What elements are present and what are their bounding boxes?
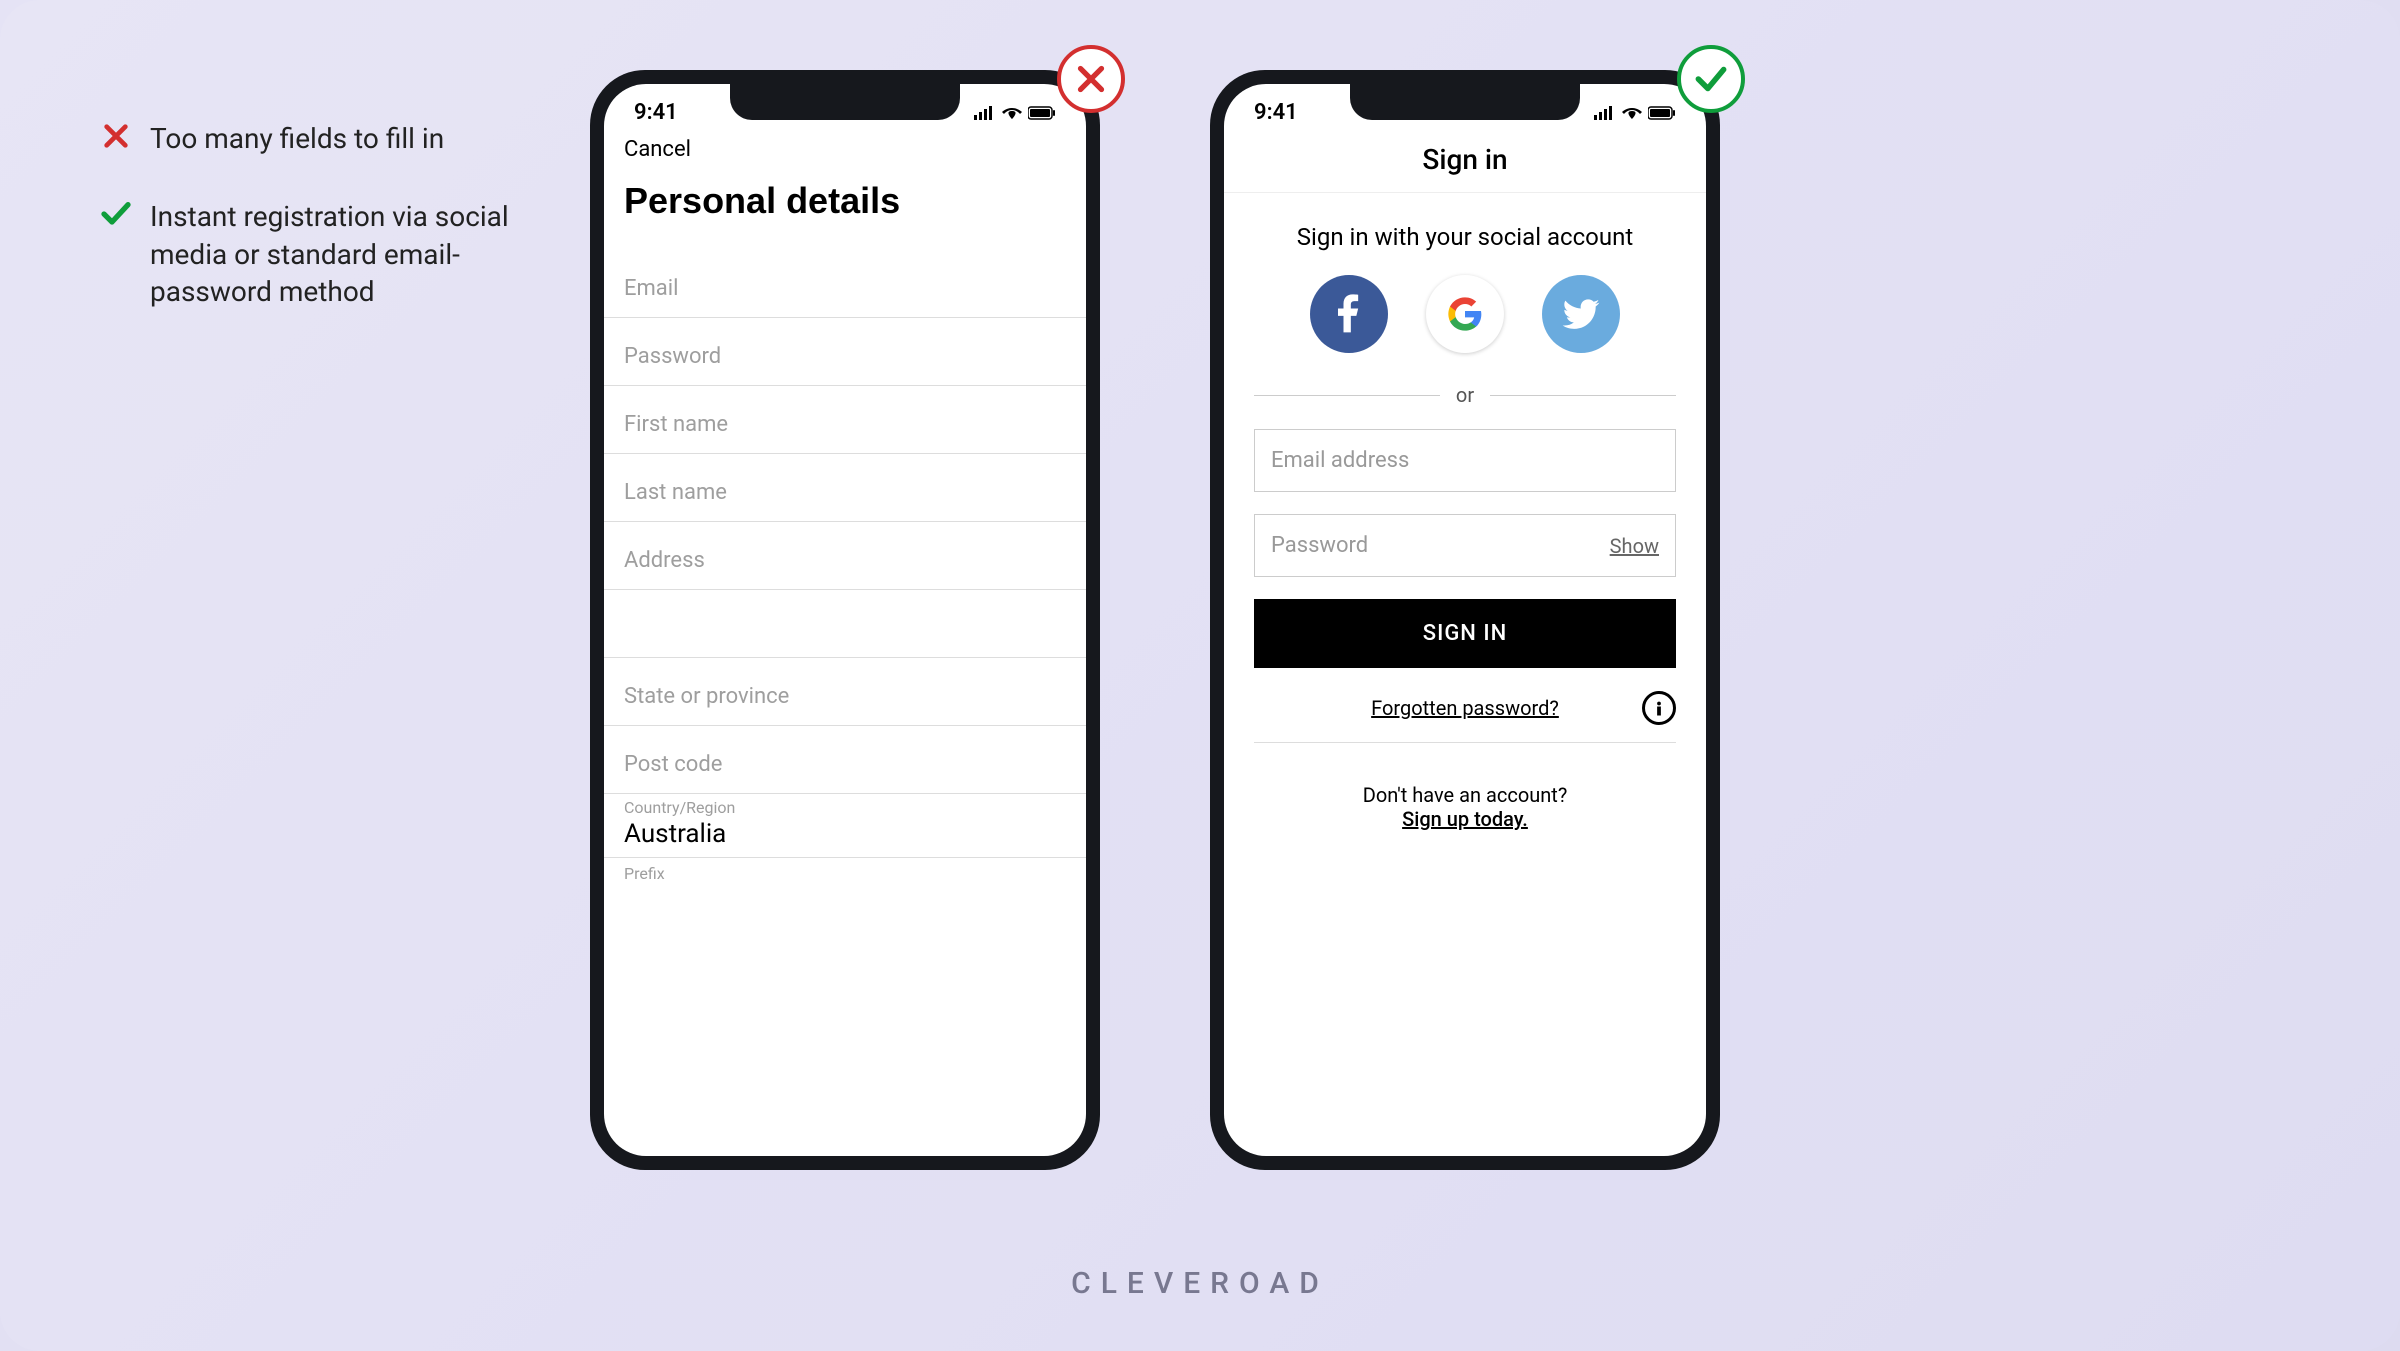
google-icon: [1445, 294, 1485, 334]
status-time: 9:41: [634, 100, 678, 125]
wifi-icon: [1622, 106, 1642, 120]
annotation-good-text: Instant registration via social media or…: [150, 198, 550, 311]
wifi-icon: [1002, 106, 1022, 120]
email-placeholder: Email address: [1271, 448, 1409, 473]
battery-icon: [1648, 106, 1676, 120]
social-sign-in-label: Sign in with your social account: [1224, 193, 1706, 275]
phone-bad-example: 9:41 Cancel Personal details Email Passw…: [590, 70, 1100, 1170]
no-account-text: Don't have an account?: [1254, 743, 1676, 807]
page-title: Personal details: [604, 166, 1086, 250]
address-field[interactable]: Address: [604, 522, 1086, 590]
google-button[interactable]: [1426, 275, 1504, 353]
info-icon[interactable]: [1642, 691, 1676, 725]
signin-form: Email address Password Show SIGN IN Forg…: [1224, 429, 1706, 831]
phones-container: 9:41 Cancel Personal details Email Passw…: [590, 70, 1720, 1170]
password-input[interactable]: Password Show: [1254, 514, 1676, 577]
cancel-button[interactable]: Cancel: [604, 129, 1086, 166]
check-icon: [100, 198, 132, 230]
email-input[interactable]: Email address: [1254, 429, 1676, 492]
battery-icon: [1028, 106, 1056, 120]
notch: [1350, 84, 1580, 120]
social-buttons-row: [1224, 275, 1706, 383]
sign-in-button[interactable]: SIGN IN: [1254, 599, 1676, 668]
phone-screen-1: 9:41 Cancel Personal details Email Passw…: [604, 84, 1086, 1156]
state-field[interactable]: State or province: [604, 658, 1086, 726]
divider: or: [1224, 383, 1706, 429]
facebook-button[interactable]: [1310, 275, 1388, 353]
comparison-canvas: Too many fields to fill in Instant regis…: [0, 0, 2400, 1351]
country-label: Country/Region: [604, 794, 1086, 817]
status-icons: [974, 106, 1056, 120]
status-time: 9:41: [1254, 100, 1298, 125]
address-2-field[interactable]: [604, 590, 1086, 658]
phone-good-example: 9:41 Sign in Sign in with your social ac…: [1210, 70, 1720, 1170]
notch: [730, 84, 960, 120]
phone-screen-2: 9:41 Sign in Sign in with your social ac…: [1224, 84, 1706, 1156]
page-title: Sign in: [1224, 129, 1706, 193]
forgot-password-row: Forgotten password?: [1254, 696, 1676, 743]
forgot-password-link[interactable]: Forgotten password?: [1371, 696, 1559, 720]
email-field[interactable]: Email: [604, 250, 1086, 318]
signal-icon: [1594, 106, 1616, 120]
last-name-field[interactable]: Last name: [604, 454, 1086, 522]
badge-bad: [1057, 45, 1125, 113]
annotation-bad: Too many fields to fill in: [100, 120, 550, 158]
twitter-button[interactable]: [1542, 275, 1620, 353]
country-field[interactable]: Australia: [604, 817, 1086, 858]
facebook-icon: [1327, 292, 1371, 336]
brand-logo: CLEVEROAD: [1071, 1266, 1329, 1301]
password-placeholder: Password: [1271, 533, 1368, 558]
status-icons: [1594, 106, 1676, 120]
first-name-field[interactable]: First name: [604, 386, 1086, 454]
signal-icon: [974, 106, 996, 120]
twitter-icon: [1559, 292, 1603, 336]
divider-text: or: [1456, 383, 1474, 407]
prefix-field[interactable]: Prefix: [604, 858, 1086, 883]
badge-good: [1677, 45, 1745, 113]
annotations-panel: Too many fields to fill in Instant regis…: [100, 120, 550, 351]
sign-up-link[interactable]: Sign up today.: [1254, 807, 1676, 831]
show-password-button[interactable]: Show: [1610, 534, 1659, 558]
password-field[interactable]: Password: [604, 318, 1086, 386]
x-icon: [100, 120, 132, 152]
annotation-bad-text: Too many fields to fill in: [150, 120, 444, 158]
annotation-good: Instant registration via social media or…: [100, 198, 550, 311]
post-code-field[interactable]: Post code: [604, 726, 1086, 794]
